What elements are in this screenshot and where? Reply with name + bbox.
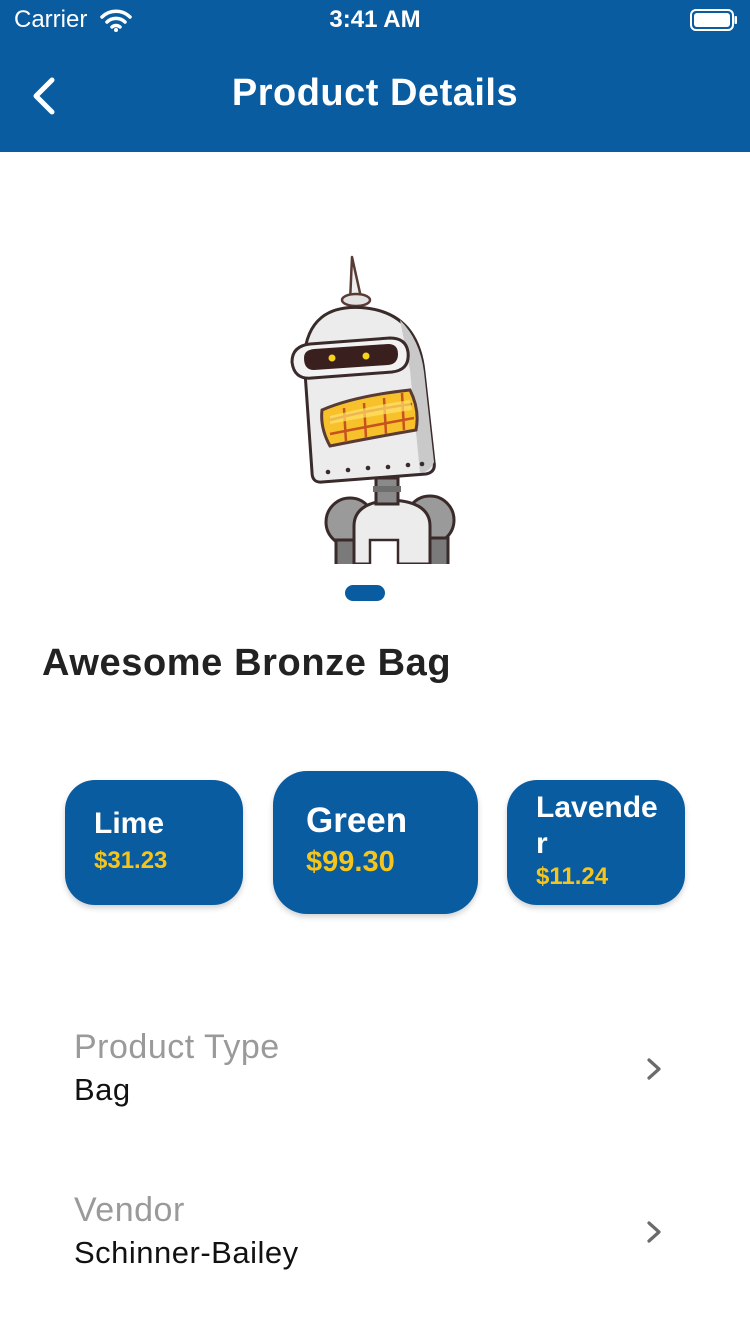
robot-illustration [290,255,456,564]
vendor-label: Vendor [74,1191,185,1229]
battery-icon [690,9,737,31]
status-bar: Carrier 3:41 AM [0,0,750,40]
variant-label: Green [306,801,408,840]
product-image[interactable] [270,250,480,564]
vendor-row[interactable]: Vendor Schinner-Bailey [0,1185,750,1295]
variant-label: Lavender [536,791,658,860]
variant-option-lavender[interactable]: Lavender $11.24 [507,780,685,905]
product-type-label: Product Type [74,1028,280,1066]
nav-header: Carrier 3:41 AM Product Details [0,0,750,152]
vendor-value: Schinner-Bailey [74,1235,299,1270]
status-time: 3:41 AM [329,6,421,33]
variant-option-lime[interactable]: Lime $31.23 [65,780,243,905]
variant-label: Lime [94,807,165,840]
chevron-right-icon [647,1221,661,1243]
page-title: Product Details [231,72,519,114]
product-type-row[interactable]: Product Type Bag [0,1022,750,1132]
variant-price: $11.24 [536,863,609,890]
chevron-right-icon [647,1058,661,1080]
variant-option-green[interactable]: Green $99.30 [273,771,478,914]
variant-price: $31.23 [94,847,168,874]
product-type-value: Bag [74,1072,131,1107]
product-name: Awesome Bronze Bag [42,642,452,684]
variant-price: $99.30 [306,846,395,878]
carousel-page-indicator[interactable] [345,585,385,601]
